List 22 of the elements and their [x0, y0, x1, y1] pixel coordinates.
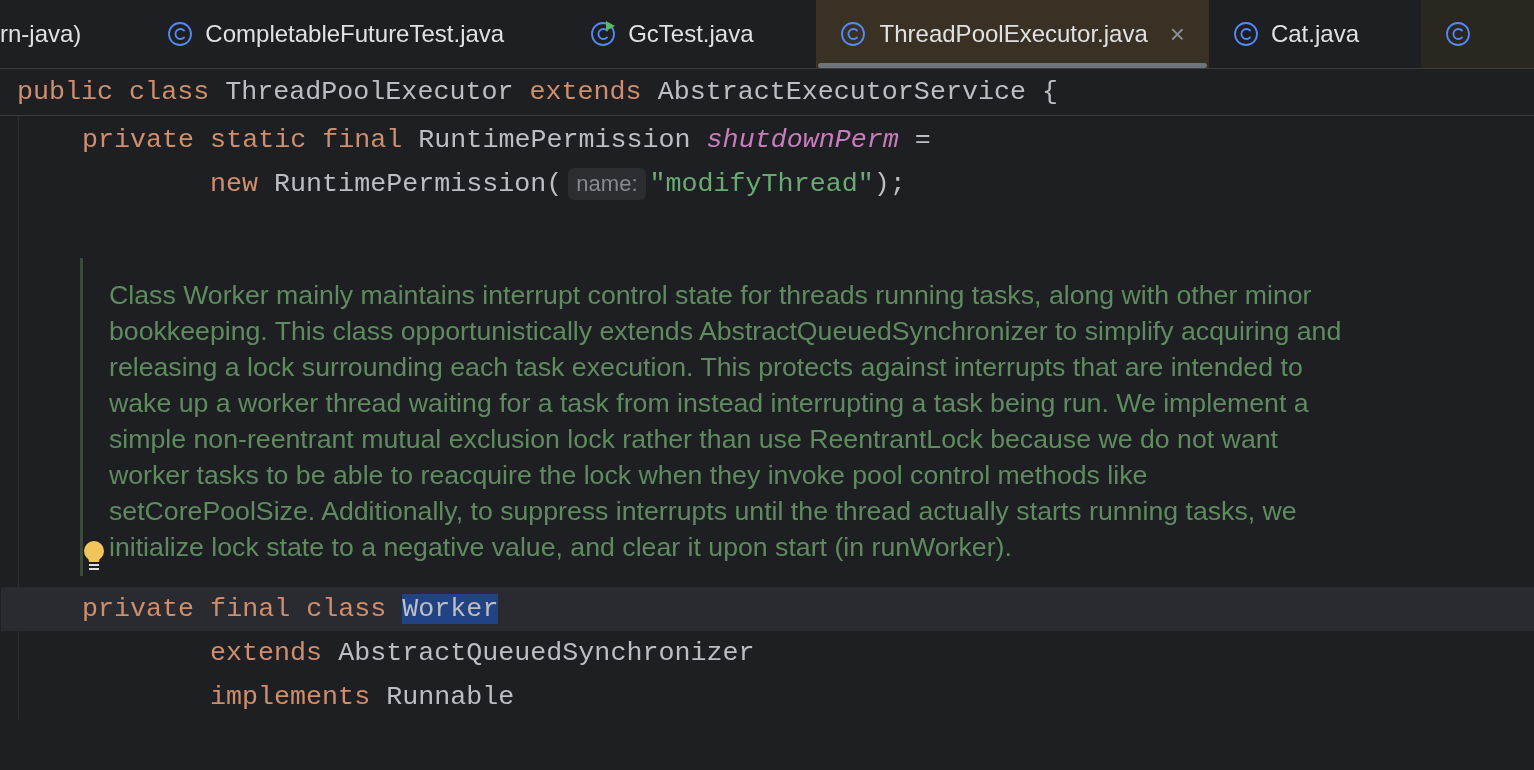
- class-icon: [1445, 21, 1471, 47]
- class-icon: [167, 21, 194, 47]
- class-icon: [839, 21, 866, 47]
- code-text: extends AbstractQueuedSynchronizer: [210, 638, 755, 668]
- code-text: private final class: [82, 594, 388, 624]
- code-text: implements Runnable: [210, 682, 515, 712]
- code-text: private static final RuntimePermission shutdownPerm =: [82, 125, 931, 155]
- doc-comment: Class Worker mainly maintains interrupt control state for threads running tasks, along with other minor bookkeeping. This class opportunistically extends AbstractQueuedSynchronizer to simplify acquiring and releasing a lock surrounding each task execution. This protects against interrupts that are intended to wake up a worker thread waiting for a task from instead interrupting a task being run. We implement a simple non-reentrant mutual exclusion lock rather than use ReentrantLock because we do not want worker tasks to be able to reacquire the lock when they invoke pool control methods like setCorePoolSize. Additionally, to suppress interrupts until the thread actually starts running tasks, we initialize lock state to a negative value, and clear it upon start (in runWorker).: [109, 279, 1343, 564]
- editor-tab[interactable]: CompletableFutureTest.java: [143, 0, 567, 68]
- editor-tab[interactable]: Cat.java: [1208, 0, 1421, 68]
- editor-tab[interactable]: ThreadPoolExecutor.java ×: [815, 0, 1209, 68]
- close-icon[interactable]: ×: [1169, 18, 1185, 50]
- editor-tab[interactable]: rn-java): [0, 0, 144, 68]
- code-line: public class ThreadPoolExecutor extends AbstractExecutorService {: [17, 77, 1058, 107]
- selected-text: Worker: [402, 594, 499, 624]
- editor-tab[interactable]: GcTest.java: [566, 0, 816, 68]
- code-text: new RuntimePermission(: [210, 169, 563, 199]
- parameter-hint: name:: [568, 168, 646, 200]
- code-text: "modifyThread");: [649, 169, 906, 199]
- class-icon: [590, 21, 617, 47]
- class-icon: [1232, 21, 1259, 47]
- editor-tab[interactable]: [1421, 0, 1534, 68]
